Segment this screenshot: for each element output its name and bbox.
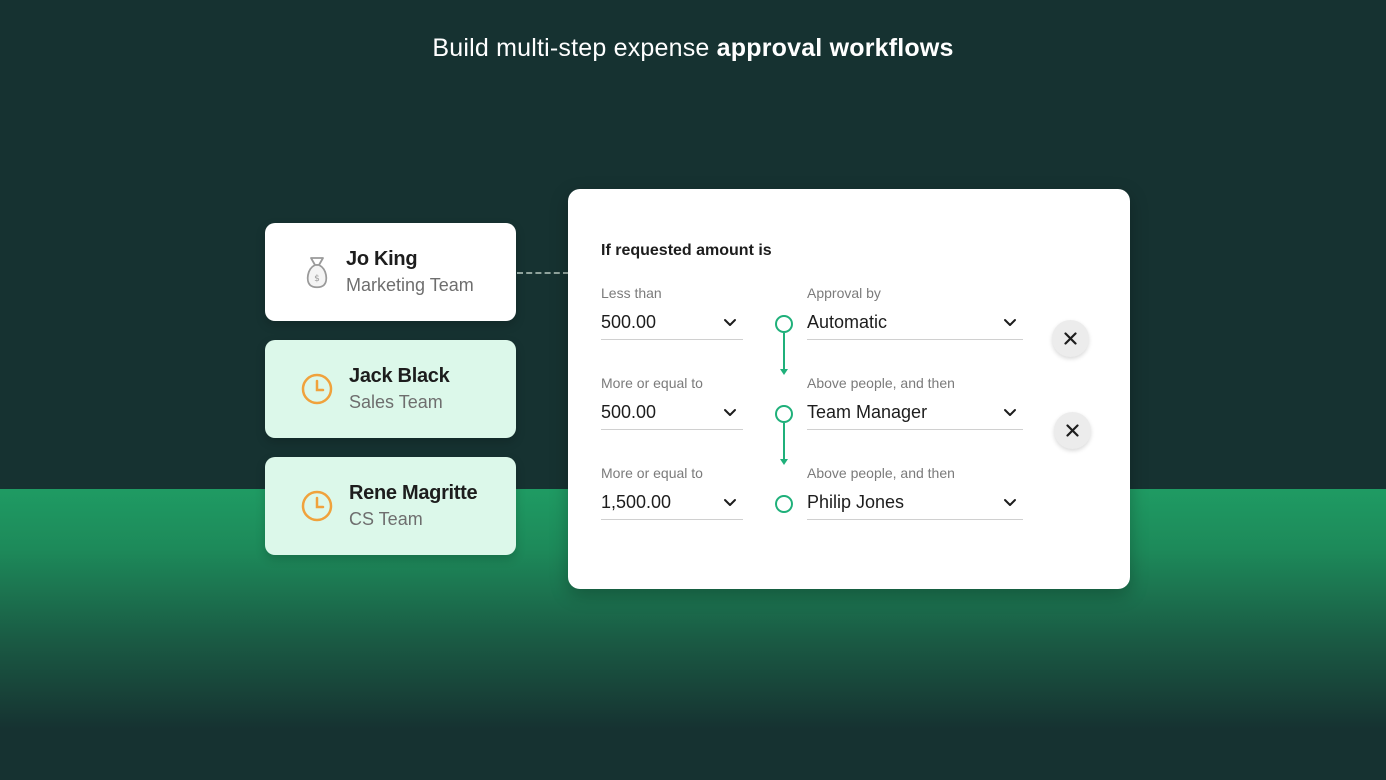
person-card-jo-king[interactable]: $ Jo King Marketing Team — [265, 223, 516, 321]
approver-select[interactable]: Philip Jones — [807, 486, 1023, 520]
approver-label: Approval by — [807, 285, 881, 301]
step-link-line — [783, 333, 785, 369]
amount-value: 500.00 — [601, 312, 657, 332]
approver-select[interactable]: Team Manager — [807, 396, 1023, 430]
close-icon — [1066, 424, 1079, 437]
approval-rules-panel: If requested amount is Less than 500.00 … — [568, 189, 1130, 589]
approver-value: Automatic — [807, 312, 888, 332]
amount-select[interactable]: 500.00 — [601, 306, 743, 340]
chevron-down-icon — [1004, 409, 1016, 416]
clock-icon — [301, 490, 333, 522]
person-name: Jo King — [346, 248, 418, 270]
close-icon — [1064, 332, 1077, 345]
step-arrowhead — [780, 369, 788, 375]
chevron-down-icon — [1004, 499, 1016, 506]
chevron-down-icon — [724, 319, 736, 326]
step-node — [775, 315, 793, 333]
amount-label: More or equal to — [601, 375, 703, 391]
amount-value: 500.00 — [601, 402, 657, 422]
person-card-rene-magritte[interactable]: Rene Magritte CS Team — [265, 457, 516, 555]
step-link-line — [783, 423, 785, 459]
person-team: CS Team — [349, 509, 423, 529]
step-arrowhead — [780, 459, 788, 465]
amount-label: More or equal to — [601, 465, 703, 481]
person-team: Marketing Team — [346, 275, 474, 295]
person-name: Jack Black — [349, 365, 450, 387]
approver-label: Above people, and then — [807, 375, 955, 391]
approver-label: Above people, and then — [807, 465, 955, 481]
chevron-down-icon — [724, 499, 736, 506]
headline-bold: approval workflows — [716, 34, 954, 62]
person-team: Sales Team — [349, 392, 443, 412]
remove-rule-button[interactable] — [1054, 412, 1091, 449]
clock-icon — [301, 373, 333, 405]
amount-value: 1,500.00 — [601, 492, 672, 512]
headline-regular: Build multi-step expense — [432, 34, 717, 62]
approver-value: Team Manager — [807, 402, 928, 422]
chevron-down-icon — [724, 409, 736, 416]
money-bag-icon: $ — [306, 257, 328, 289]
person-card-jack-black[interactable]: Jack Black Sales Team — [265, 340, 516, 438]
step-node — [775, 405, 793, 423]
person-name: Rene Magritte — [349, 482, 478, 504]
dashed-connector — [517, 272, 569, 274]
remove-rule-button[interactable] — [1052, 320, 1089, 357]
amount-select[interactable]: 500.00 — [601, 396, 743, 430]
panel-title: If requested amount is — [601, 242, 772, 259]
step-node — [775, 495, 793, 513]
chevron-down-icon — [1004, 319, 1016, 326]
approver-select[interactable]: Automatic — [807, 306, 1023, 340]
approver-value: Philip Jones — [807, 492, 905, 512]
headline: Build multi-step expense approval workfl… — [0, 34, 1386, 63]
amount-label: Less than — [601, 285, 662, 301]
svg-text:$: $ — [314, 274, 320, 284]
amount-select[interactable]: 1,500.00 — [601, 486, 743, 520]
